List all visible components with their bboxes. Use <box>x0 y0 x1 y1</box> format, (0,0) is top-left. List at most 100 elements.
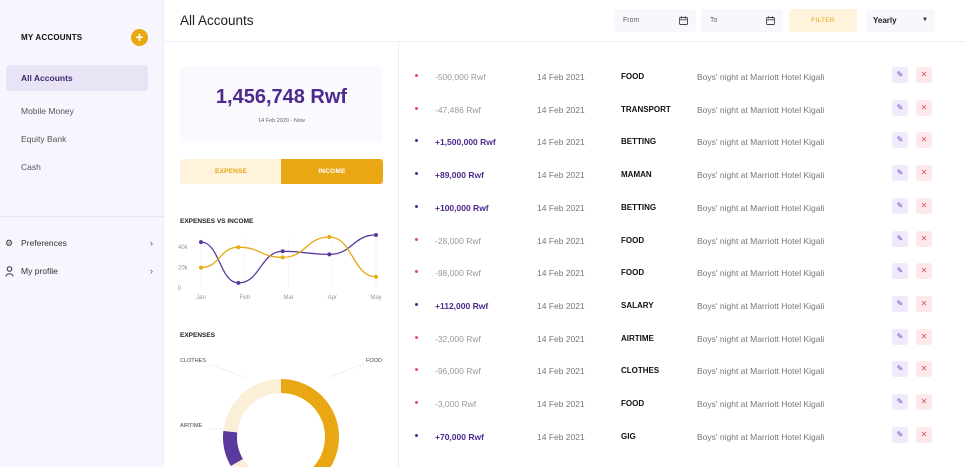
y-tick-label: 0 <box>178 286 182 292</box>
transaction-row[interactable]: +100,000 Rwf 14 Feb 2021 BETTING Boys' nigh… <box>399 193 965 226</box>
data-point <box>327 252 332 257</box>
transaction-date: 14 Feb 2021 <box>537 268 585 279</box>
data-point <box>327 235 332 239</box>
add-account-button[interactable]: + <box>131 29 148 46</box>
edit-icon[interactable]: ✎ <box>892 295 908 312</box>
transaction-type-dot <box>415 270 418 274</box>
app: MY ACCOUNTS + All Accounts Mobile Money … <box>0 0 965 467</box>
transaction-date: 14 Feb 2021 <box>537 431 585 442</box>
page-title: All Accounts <box>180 13 254 28</box>
summary-panel: 1,456,748 Rwf 14 Feb 2020 - Now EXPENSE … <box>164 42 399 467</box>
data-point <box>199 240 203 245</box>
edit-icon[interactable]: ✎ <box>892 99 908 116</box>
edit-icon[interactable]: ✎ <box>892 132 908 149</box>
y-tick-label: 40k <box>178 245 189 251</box>
sidebar-item-mobile-money[interactable]: Mobile Money <box>6 98 148 124</box>
delete-icon[interactable]: ✕ <box>916 132 932 149</box>
transaction-amount: -32,000 Rwf <box>435 333 481 344</box>
edit-icon[interactable]: ✎ <box>892 328 908 345</box>
sidebar-item-all-accounts[interactable]: All Accounts <box>6 65 148 91</box>
transaction-type-dot <box>415 204 418 208</box>
sidebar-link-preferences[interactable]: ⚙ Preferences › <box>5 235 153 251</box>
transaction-description: Boys' night at Marriott Hotel Kigali <box>697 137 825 148</box>
period-value: Yearly <box>873 16 897 25</box>
delete-icon[interactable]: ✕ <box>916 394 932 410</box>
expense-toggle-option[interactable]: EXPENSE <box>180 159 282 184</box>
edit-icon[interactable]: ✎ <box>892 67 908 83</box>
transaction-row[interactable]: -28,000 Rwf 14 Feb 2021 FOOD Boys' night at… <box>399 226 965 259</box>
to-date-field[interactable]: To <box>701 9 783 32</box>
transaction-row[interactable]: +1,500,000 Rwf 14 Feb 2021 BETTING Boys' ni… <box>399 127 965 160</box>
sidebar: MY ACCOUNTS + All Accounts Mobile Money … <box>0 0 164 467</box>
transaction-description: Boys' night at Marriott Hotel Kigali <box>697 202 825 213</box>
transaction-category: FOOD <box>621 72 645 81</box>
delete-icon[interactable]: ✕ <box>916 361 932 378</box>
delete-icon[interactable]: ✕ <box>916 263 932 280</box>
delete-icon[interactable]: ✕ <box>916 67 932 83</box>
transaction-type-dot <box>415 368 418 372</box>
x-tick-label: Feb <box>240 295 251 301</box>
y-tick-label: 20k <box>178 266 189 272</box>
edit-icon[interactable]: ✎ <box>892 165 908 182</box>
transaction-amount: -500,000 Rwf <box>435 72 486 82</box>
transaction-type-dot <box>415 302 418 306</box>
delete-icon[interactable]: ✕ <box>916 165 932 182</box>
delete-icon[interactable]: ✕ <box>916 197 932 214</box>
transaction-row[interactable]: -47,486 Rwf 14 Feb 2021 TRANSPORT Boys' nig… <box>399 95 965 128</box>
filter-button[interactable]: FILTER <box>789 9 857 32</box>
donut-slice-food <box>280 379 339 467</box>
delete-icon[interactable]: ✕ <box>916 426 932 443</box>
transaction-row[interactable]: -98,000 Rwf 14 Feb 2021 FOOD Boys' night at… <box>399 258 965 291</box>
delete-icon[interactable]: ✕ <box>916 295 932 312</box>
sidebar-link-my-profile[interactable]: My profile › <box>5 263 153 279</box>
transaction-type-dot <box>415 401 418 404</box>
edit-icon[interactable]: ✎ <box>892 361 908 378</box>
transaction-row[interactable]: -32,000 Rwf 14 Feb 2021 AIRTIME Boys' night… <box>399 324 965 357</box>
data-point <box>374 274 378 279</box>
edit-icon[interactable]: ✎ <box>892 197 908 214</box>
transaction-description: Boys' night at Marriott Hotel Kigali <box>697 170 825 181</box>
period-select[interactable]: Yearly ▼ <box>866 9 935 32</box>
leader-line <box>328 363 365 378</box>
transaction-category: BETTING <box>621 202 657 212</box>
transaction-description: Boys' night at Marriott Hotel Kigali <box>697 431 825 442</box>
delete-icon[interactable]: ✕ <box>916 230 932 247</box>
data-point <box>199 265 203 270</box>
expenses-donut-area: CLOTHES FOOD AIRTIME <box>164 347 399 467</box>
transaction-row[interactable]: -96,000 Rwf 14 Feb 2021 CLOTHES Boys' night… <box>399 356 965 389</box>
to-label: To <box>710 17 718 24</box>
from-label: From <box>623 17 640 24</box>
transaction-row[interactable]: +89,000 Rwf 14 Feb 2021 MAMAN Boys' night a… <box>399 160 965 193</box>
sidebar-title: MY ACCOUNTS <box>21 33 83 42</box>
edit-icon[interactable]: ✎ <box>892 394 908 410</box>
transaction-date: 14 Feb 2021 <box>537 202 585 213</box>
transaction-row[interactable]: +112,000 Rwf 14 Feb 2021 SALARY Boys' night… <box>399 291 965 324</box>
transaction-date: 14 Feb 2021 <box>537 366 585 377</box>
transaction-row[interactable]: -500,000 Rwf 14 Feb 2021 FOOD Boys' night a… <box>399 62 965 95</box>
income-toggle-option[interactable]: INCOME <box>281 159 383 184</box>
balance-amount: 1,456,748 Rwf <box>215 86 348 108</box>
preferences-label: Preferences <box>21 238 67 248</box>
edit-icon[interactable]: ✎ <box>892 263 908 280</box>
transaction-type-dot <box>415 139 418 143</box>
user-icon <box>5 263 17 279</box>
expenses-title: EXPENSES <box>180 332 216 339</box>
x-tick-label: Apr <box>328 295 337 301</box>
transaction-row[interactable]: -3,000 Rwf 14 Feb 2021 FOOD Boys' night at … <box>399 389 965 422</box>
edit-icon[interactable]: ✎ <box>892 230 908 247</box>
transaction-type-dot <box>415 237 418 241</box>
delete-icon[interactable]: ✕ <box>916 328 932 345</box>
x-tick-label: Mar <box>283 295 293 301</box>
data-point <box>236 280 241 285</box>
transaction-category: GIG <box>621 431 636 441</box>
my-profile-label: My profile <box>21 266 58 276</box>
transaction-row[interactable]: +70,000 Rwf 14 Feb 2021 GIG Boys' night at … <box>399 422 965 455</box>
sidebar-item-cash[interactable]: Cash <box>6 154 148 180</box>
transaction-date: 14 Feb 2021 <box>537 137 585 148</box>
transaction-amount: +112,000 Rwf <box>435 300 489 311</box>
x-tick-label: May <box>370 295 381 301</box>
edit-icon[interactable]: ✎ <box>892 426 908 443</box>
sidebar-item-equity-bank[interactable]: Equity Bank <box>6 126 148 152</box>
from-date-field[interactable]: From <box>614 9 696 32</box>
delete-icon[interactable]: ✕ <box>916 99 932 116</box>
